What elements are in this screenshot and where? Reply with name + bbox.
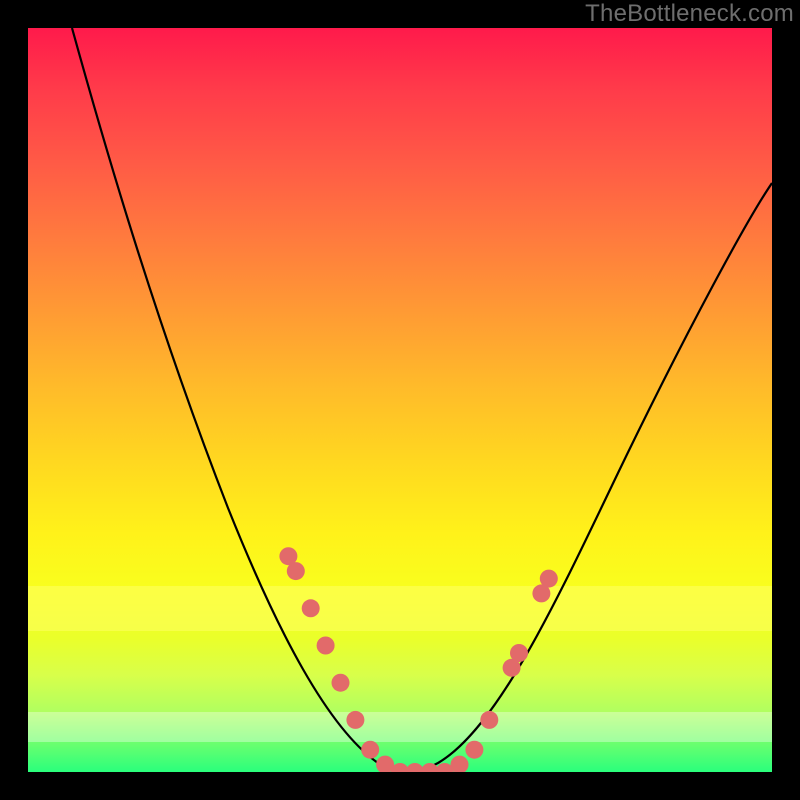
marker-dot (480, 711, 498, 729)
bottleneck-curve-path (72, 28, 772, 771)
curve-svg (28, 28, 772, 772)
marker-dot (451, 756, 469, 772)
marker-dot (361, 741, 379, 759)
watermark-text: TheBottleneck.com (585, 2, 794, 26)
marker-layer (279, 547, 557, 772)
marker-dot (302, 599, 320, 617)
marker-dot (346, 711, 364, 729)
marker-dot (540, 570, 558, 588)
plot-area (28, 28, 772, 772)
marker-dot (465, 741, 483, 759)
marker-dot (332, 674, 350, 692)
marker-dot (317, 637, 335, 655)
marker-dot (287, 562, 305, 580)
chart-frame: TheBottleneck.com (0, 0, 800, 800)
marker-dot (510, 644, 528, 662)
